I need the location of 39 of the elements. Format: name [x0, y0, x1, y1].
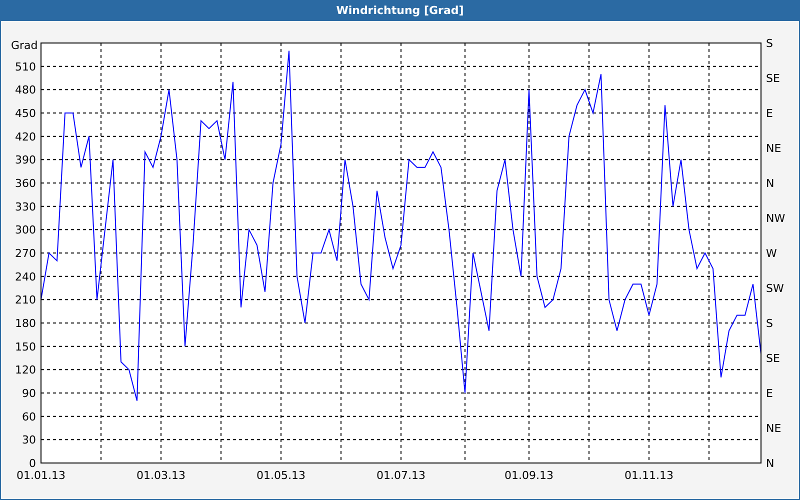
x-tick-label: 01.05.13: [256, 469, 306, 482]
x-tick-label: 01.01.13: [16, 469, 66, 482]
y-tick-label: 180: [15, 317, 36, 330]
x-tick-label: 01.03.13: [136, 469, 186, 482]
y-tick-label: 420: [15, 130, 36, 144]
y-tick-label: 210: [15, 294, 36, 307]
y-tick-label: 90: [22, 387, 36, 400]
compass-tick-label: NE: [766, 142, 782, 155]
compass-tick-label: SE: [766, 352, 780, 365]
y-tick-label: 330: [15, 200, 36, 214]
y-axis-title: Grad: [11, 39, 38, 52]
y-tick-label: 270: [15, 247, 36, 260]
compass-tick-label: N: [766, 457, 774, 470]
y-tick-label: 120: [15, 364, 36, 377]
compass-tick-label: S: [766, 37, 773, 50]
compass-tick-label: E: [766, 107, 773, 120]
compass-tick-label: NW: [766, 212, 786, 225]
compass-tick-label: E: [766, 387, 773, 400]
y-tick-label: 450: [15, 107, 36, 120]
x-tick-label: 01.11.13: [624, 469, 674, 482]
y-tick-label: 390: [15, 154, 36, 167]
x-tick-label: 01.09.13: [504, 469, 554, 482]
y-tick-label: 300: [15, 224, 36, 237]
compass-tick-label: N: [766, 177, 774, 190]
compass-tick-label: W: [766, 247, 777, 260]
y-tick-label: 510: [15, 60, 36, 74]
compass-tick-label: S: [766, 317, 773, 330]
window-title: Windrichtung [Grad]: [1, 1, 799, 21]
y-tick-label: 240: [15, 270, 36, 284]
y-tick-label: 150: [15, 340, 36, 354]
x-tick-label: 01.07.13: [376, 469, 426, 482]
compass-tick-label: SE: [766, 72, 780, 85]
compass-tick-label: SW: [766, 282, 784, 295]
compass-tick-label: NE: [766, 422, 782, 435]
y-tick-label: 0: [29, 457, 36, 470]
y-tick-label: 60: [22, 410, 36, 424]
y-tick-label: 360: [15, 177, 36, 190]
y-tick-label: 30: [22, 434, 36, 447]
y-tick-label: 480: [15, 84, 36, 97]
